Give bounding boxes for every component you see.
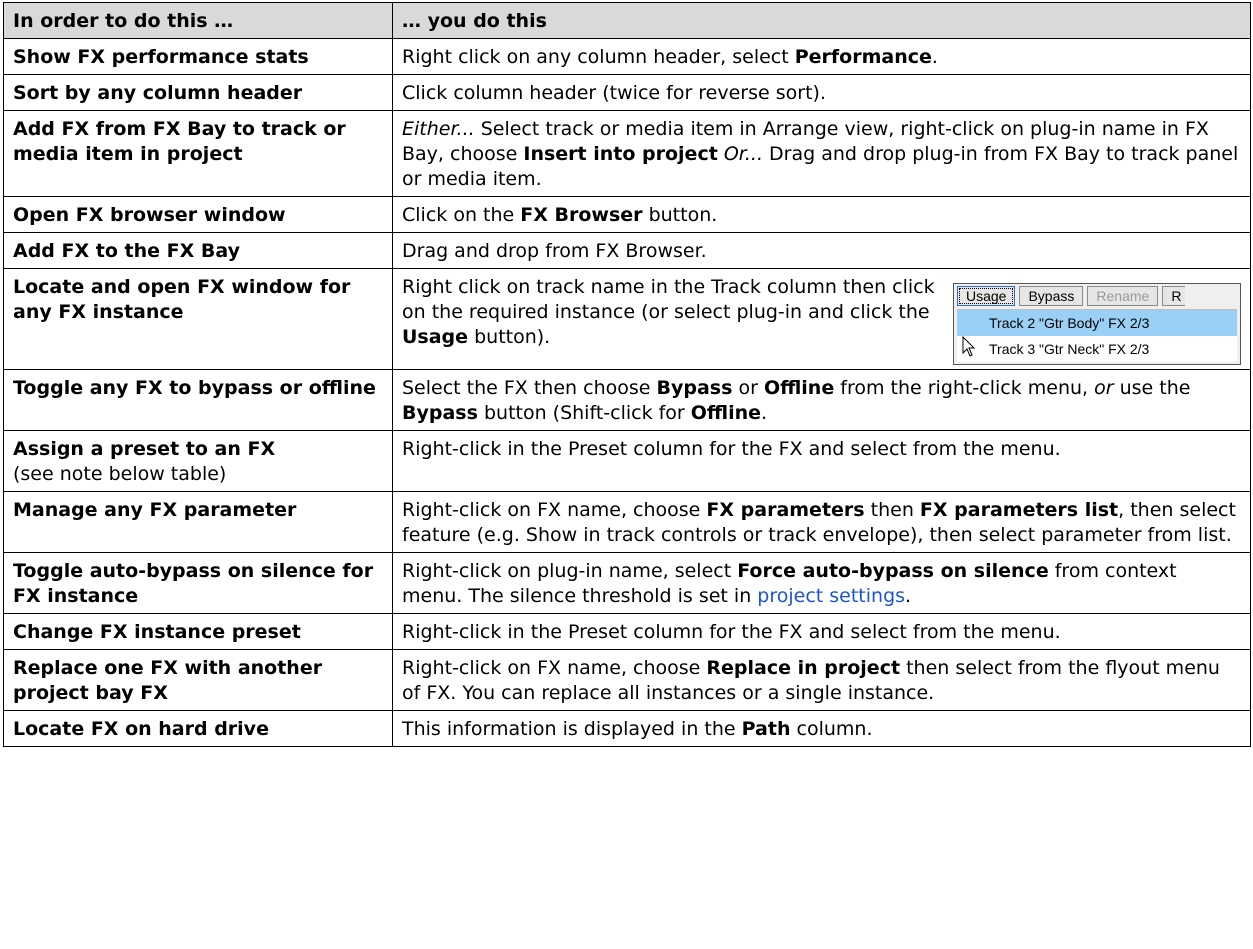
usage-menu: Track 2 "Gtr Body" FX 2/3 Track 3 "Gtr N…	[957, 309, 1237, 362]
project-settings-link[interactable]: project settings	[757, 585, 905, 607]
fx-bay-actions-table: In order to do this … … you do this Show…	[3, 2, 1251, 747]
usage-menu-item[interactable]: Track 2 "Gtr Body" FX 2/3	[957, 310, 1237, 336]
row-instructions: Right-click on plug-in name, select Forc…	[392, 552, 1251, 614]
table-row: Sort by any column header Click column h…	[3, 74, 1251, 111]
mouse-pointer-icon	[962, 336, 976, 357]
table-header-row: In order to do this … … you do this	[3, 2, 1251, 39]
row-instructions: Right-click in the Preset column for the…	[392, 430, 1251, 492]
row-action: Change FX instance preset	[3, 613, 393, 650]
row-instructions: Drag and drop from FX Browser.	[392, 232, 1251, 269]
row-instructions: This information is displayed in the Pat…	[392, 710, 1251, 747]
row-action: Toggle auto-bypass on silence for FX ins…	[3, 552, 393, 614]
row-note: (see note below table)	[13, 463, 227, 485]
truncated-button[interactable]: R	[1162, 286, 1186, 306]
row-instructions: Click column header (twice for reverse s…	[392, 74, 1251, 111]
row-instructions: Select the FX then choose Bypass or Offl…	[392, 369, 1251, 431]
fx-bay-toolbar: Usage Bypass Rename R	[954, 284, 1240, 309]
rename-button[interactable]: Rename	[1087, 286, 1159, 306]
table-row: Replace one FX with another project bay …	[3, 649, 1251, 711]
row-instructions: Either... Select track or media item in …	[392, 110, 1251, 197]
row-action: Locate FX on hard drive	[3, 710, 393, 747]
table-row: Toggle any FX to bypass or offline Selec…	[3, 369, 1251, 431]
row-instructions: Click on the FX Browser button.	[392, 196, 1251, 233]
row-action: Replace one FX with another project bay …	[3, 649, 393, 711]
row-action: Toggle any FX to bypass or offline	[3, 369, 393, 431]
row-action: Add FX from FX Bay to track or media ite…	[3, 110, 393, 197]
row-instructions: Right click on any column header, select…	[392, 38, 1251, 75]
table-row: Assign a preset to an FX (see note below …	[3, 430, 1251, 492]
header-instructions: … you do this	[392, 2, 1251, 39]
usage-button[interactable]: Usage	[957, 286, 1016, 306]
table-row: Open FX browser window Click on the FX B…	[3, 196, 1251, 233]
header-action: In order to do this …	[3, 2, 393, 39]
row-action: Show FX performance stats	[3, 38, 393, 75]
row-action: Open FX browser window	[3, 196, 393, 233]
bypass-button[interactable]: Bypass	[1019, 286, 1084, 306]
table-row: Add FX to the FX Bay Drag and drop from …	[3, 232, 1251, 269]
table-row: Locate FX on hard drive This information…	[3, 710, 1251, 747]
row-action: Add FX to the FX Bay	[3, 232, 393, 269]
row-action: Assign a preset to an FX (see note below …	[3, 430, 393, 492]
table-row: Locate and open FX window for any FX ins…	[3, 268, 1251, 370]
usage-menu-item[interactable]: Track 3 "Gtr Neck" FX 2/3	[957, 336, 1237, 362]
row-instructions: Right-click on FX name, choose FX parame…	[392, 491, 1251, 553]
row-action: Manage any FX parameter	[3, 491, 393, 553]
table-row: Toggle auto-bypass on silence for FX ins…	[3, 552, 1251, 614]
row-instructions: Right-click on FX name, choose Replace i…	[392, 649, 1251, 711]
usage-screenshot: Usage Bypass Rename R Track 2 "Gtr Body"…	[953, 283, 1241, 365]
row-action: Sort by any column header	[3, 74, 393, 111]
table-row: Manage any FX parameter Right-click on F…	[3, 491, 1251, 553]
row-instructions: Right-click in the Preset column for the…	[392, 613, 1251, 650]
table-row: Add FX from FX Bay to track or media ite…	[3, 110, 1251, 197]
table-row: Show FX performance stats Right click on…	[3, 38, 1251, 75]
usage-instructions-text: Right click on track name in the Track c…	[402, 276, 935, 348]
row-action: Locate and open FX window for any FX ins…	[3, 268, 393, 370]
table-row: Change FX instance preset Right-click in…	[3, 613, 1251, 650]
row-instructions: Right click on track name in the Track c…	[392, 268, 1251, 370]
